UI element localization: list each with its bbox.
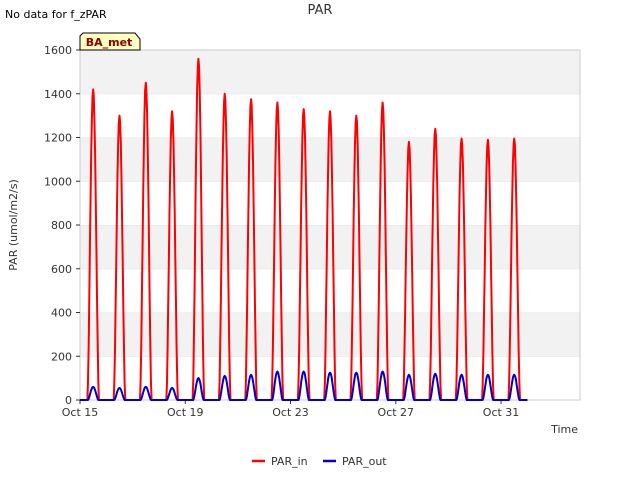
grid-band (80, 50, 580, 94)
chart-svg: 02004006008001000120014001600 Oct 15 Oct … (7, 32, 581, 468)
y-axis-label: PAR (umol/m2/s) (7, 179, 20, 271)
grid-band (80, 225, 580, 269)
x-tick-label: Oct 23 (272, 406, 309, 419)
y-tick-label: 1200 (44, 132, 72, 145)
x-axis-ticks: Oct 15 Oct 19 Oct 23 Oct 27 Oct 31 (62, 400, 520, 419)
y-tick-label: 200 (51, 350, 72, 363)
grid-band (80, 356, 580, 400)
x-tick-label: Oct 19 (167, 406, 204, 419)
y-tick-label: 400 (51, 307, 72, 320)
x-tick-label: Oct 31 (483, 406, 520, 419)
x-tick-label: Oct 27 (378, 406, 415, 419)
grid-band (80, 181, 580, 225)
y-tick-label: 1600 (44, 44, 72, 57)
grid-bands (80, 49, 580, 400)
grid-band (80, 137, 580, 182)
legend: PAR_in PAR_out (252, 455, 387, 468)
x-tick-label: Oct 15 (62, 406, 99, 419)
grid-band (80, 268, 580, 313)
badge-label: BA_met (86, 36, 133, 49)
y-tick-label: 800 (51, 219, 72, 232)
x-axis-label: Time (550, 423, 578, 436)
y-tick-label: 1400 (44, 88, 72, 101)
legend-label-par-in: PAR_in (271, 455, 308, 468)
y-axis-ticks: 02004006008001000120014001600 (44, 44, 80, 407)
badge: BA_met (79, 32, 141, 51)
y-tick-label: 600 (51, 263, 72, 276)
y-tick-label: 1000 (44, 175, 72, 188)
legend-label-par-out: PAR_out (342, 455, 387, 468)
grid-band (80, 312, 580, 357)
